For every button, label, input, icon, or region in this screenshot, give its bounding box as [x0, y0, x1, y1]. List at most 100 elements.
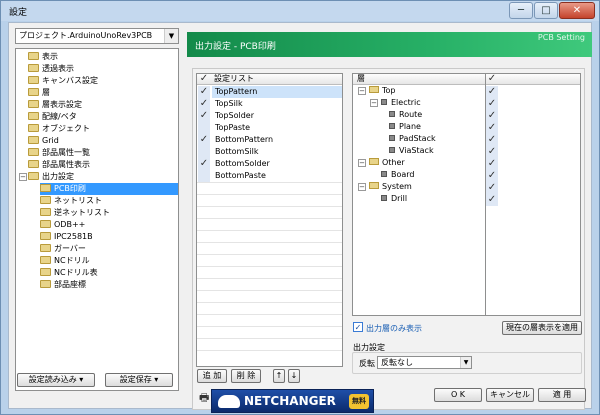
- tree-item-wiring[interactable]: 配線/ベタ: [28, 111, 77, 123]
- layer-tree-header: 層: [353, 74, 500, 85]
- folder-icon: [40, 208, 51, 216]
- minimize-button[interactable]: ─: [509, 2, 533, 19]
- apply-button[interactable]: 適 用: [538, 388, 586, 402]
- tree-item-pcb-print[interactable]: PCB印刷: [40, 183, 178, 195]
- list-item[interactable]: TopPattern: [212, 86, 342, 98]
- close-button[interactable]: ✕: [559, 2, 595, 19]
- checkbox[interactable]: [198, 170, 210, 182]
- settings-tree[interactable]: 表示 透過表示 キャンバス設定 層 層表示設定 配線/ベタ オブジェクト Gri…: [15, 48, 179, 391]
- netchanger-logo[interactable]: NETCHANGER 無料: [211, 389, 374, 413]
- list-item[interactable]: BottomPaste: [215, 170, 266, 182]
- tree-item-part-attr-list[interactable]: 部品属性一覧: [28, 147, 90, 159]
- tree-item-padstack[interactable]: PadStack: [389, 133, 436, 145]
- checkbox[interactable]: ✓: [486, 86, 498, 98]
- tree-item-nc-drill-table[interactable]: NCドリル表: [40, 267, 98, 279]
- project-combo[interactable]: プロジェクト.ArduinoUnoRev3PCB ▼: [15, 28, 179, 44]
- tree-item-layer[interactable]: 層: [28, 87, 50, 99]
- settings-list[interactable]: ✓ 設定リスト TopPattern ✓ TopSilk ✓ TopSolder…: [196, 73, 343, 367]
- chevron-down-icon[interactable]: ▼: [460, 357, 471, 368]
- divider: [197, 350, 342, 351]
- collapse-icon[interactable]: −: [370, 99, 378, 107]
- list-item[interactable]: BottomSolder: [215, 158, 270, 170]
- checkbox[interactable]: ✓: [198, 134, 210, 146]
- divider: [197, 290, 342, 291]
- tree-item-plane[interactable]: Plane: [389, 121, 421, 133]
- list-item[interactable]: BottomPattern: [215, 134, 273, 146]
- folder-icon: [40, 256, 51, 264]
- checkbox[interactable]: [198, 146, 210, 158]
- header-check-icon[interactable]: ✓: [198, 74, 210, 85]
- output-only-checkbox[interactable]: ✓: [353, 322, 363, 332]
- checkbox[interactable]: ✓: [486, 170, 498, 182]
- checkbox[interactable]: ✓: [486, 110, 498, 122]
- list-item[interactable]: BottomSilk: [215, 146, 259, 158]
- tree-item-canvas[interactable]: キャンバス設定: [28, 75, 98, 87]
- checkbox[interactable]: ✓: [198, 158, 210, 170]
- checkbox[interactable]: ✓: [198, 86, 210, 98]
- tree-item-viastack[interactable]: ViaStack: [389, 145, 434, 157]
- add-button[interactable]: 追 加: [197, 369, 227, 383]
- tree-item-board[interactable]: Board: [381, 169, 415, 181]
- settings-window: 設定 ─ □ ✕ プロジェクト.ArduinoUnoRev3PCB ▼ 表示 透…: [0, 0, 600, 415]
- list-item[interactable]: TopSilk: [215, 98, 243, 110]
- list-item[interactable]: TopSolder: [215, 110, 254, 122]
- tree-item-gerber[interactable]: ガーバー: [40, 243, 86, 255]
- checkbox[interactable]: ✓: [198, 98, 210, 110]
- layer-tree[interactable]: 層: [352, 73, 500, 316]
- maximize-button[interactable]: □: [534, 2, 558, 19]
- delete-button[interactable]: 削 除: [231, 369, 261, 383]
- tree-item-reverse-netlist[interactable]: 逆ネットリスト: [40, 207, 110, 219]
- collapse-icon[interactable]: −: [358, 87, 366, 95]
- save-settings-button[interactable]: 設定保存 ▾: [105, 373, 173, 387]
- checkbox[interactable]: ✓: [486, 98, 498, 110]
- checkbox[interactable]: [198, 122, 210, 134]
- checkbox[interactable]: ✓: [198, 110, 210, 122]
- checkbox[interactable]: ✓: [486, 182, 498, 194]
- tree-item-odb[interactable]: ODB++: [40, 219, 85, 231]
- folder-icon: [40, 244, 51, 252]
- tree-item-electric[interactable]: Electric: [381, 97, 421, 109]
- title-bar[interactable]: 設定 ─ □ ✕: [1, 1, 599, 21]
- free-badge: 無料: [349, 394, 369, 409]
- checkbox[interactable]: ✓: [486, 194, 498, 206]
- tree-item-output[interactable]: 出力設定: [28, 171, 74, 183]
- tree-item-top[interactable]: Top: [369, 85, 396, 97]
- tree-item-drill[interactable]: Drill: [381, 193, 407, 205]
- invert-select[interactable]: 反転なし ▼: [377, 356, 472, 369]
- tree-item-part-coords[interactable]: 部品座標: [40, 279, 86, 291]
- tree-item-route[interactable]: Route: [389, 109, 422, 121]
- tree-item-nc-drill[interactable]: NCドリル: [40, 255, 90, 267]
- collapse-icon[interactable]: −: [19, 173, 27, 181]
- layer-check-header: ✓: [486, 74, 580, 85]
- header-check-icon[interactable]: ✓: [486, 74, 498, 85]
- checkbox[interactable]: ✓: [486, 146, 498, 158]
- cancel-button[interactable]: キャンセル: [486, 388, 534, 402]
- chevron-down-icon[interactable]: ▼: [164, 29, 178, 43]
- tree-item-layer-display[interactable]: 層表示設定: [28, 99, 82, 111]
- move-up-button[interactable]: ↑: [273, 369, 285, 383]
- load-settings-button[interactable]: 設定読み込み ▾: [17, 373, 95, 387]
- layer-icon: [381, 99, 387, 105]
- tree-item-display[interactable]: 表示: [28, 51, 58, 63]
- checkbox[interactable]: ✓: [486, 158, 498, 170]
- tree-item-grid[interactable]: Grid: [28, 135, 59, 147]
- collapse-icon[interactable]: −: [358, 183, 366, 191]
- collapse-icon[interactable]: −: [358, 159, 366, 167]
- divider: [197, 182, 342, 183]
- tree-item-other[interactable]: Other: [369, 157, 405, 169]
- tree-item-part-attr-display[interactable]: 部品属性表示: [28, 159, 90, 171]
- tree-item-object[interactable]: オブジェクト: [28, 123, 90, 135]
- checkbox[interactable]: ✓: [486, 134, 498, 146]
- ok-button[interactable]: O K: [434, 388, 482, 402]
- list-item[interactable]: TopPaste: [215, 122, 250, 134]
- tree-item-netlist[interactable]: ネットリスト: [40, 195, 102, 207]
- pcb-print-panel: ✓ 設定リスト TopPattern ✓ TopSilk ✓ TopSolder…: [192, 68, 585, 410]
- printer-icon[interactable]: 🖶: [199, 389, 209, 408]
- move-down-button[interactable]: ↓: [288, 369, 300, 383]
- checkbox[interactable]: ✓: [486, 122, 498, 134]
- layer-check-column[interactable]: ✓ ✓ ✓ ✓ ✓ ✓ ✓ ✓ ✓ ✓ ✓: [485, 73, 581, 316]
- apply-current-layer-button[interactable]: 現在の層表示を適用: [502, 321, 582, 335]
- tree-item-transparency[interactable]: 透過表示: [28, 63, 74, 75]
- tree-item-ipc2581b[interactable]: IPC2581B: [40, 231, 93, 243]
- tree-item-system[interactable]: System: [369, 181, 412, 193]
